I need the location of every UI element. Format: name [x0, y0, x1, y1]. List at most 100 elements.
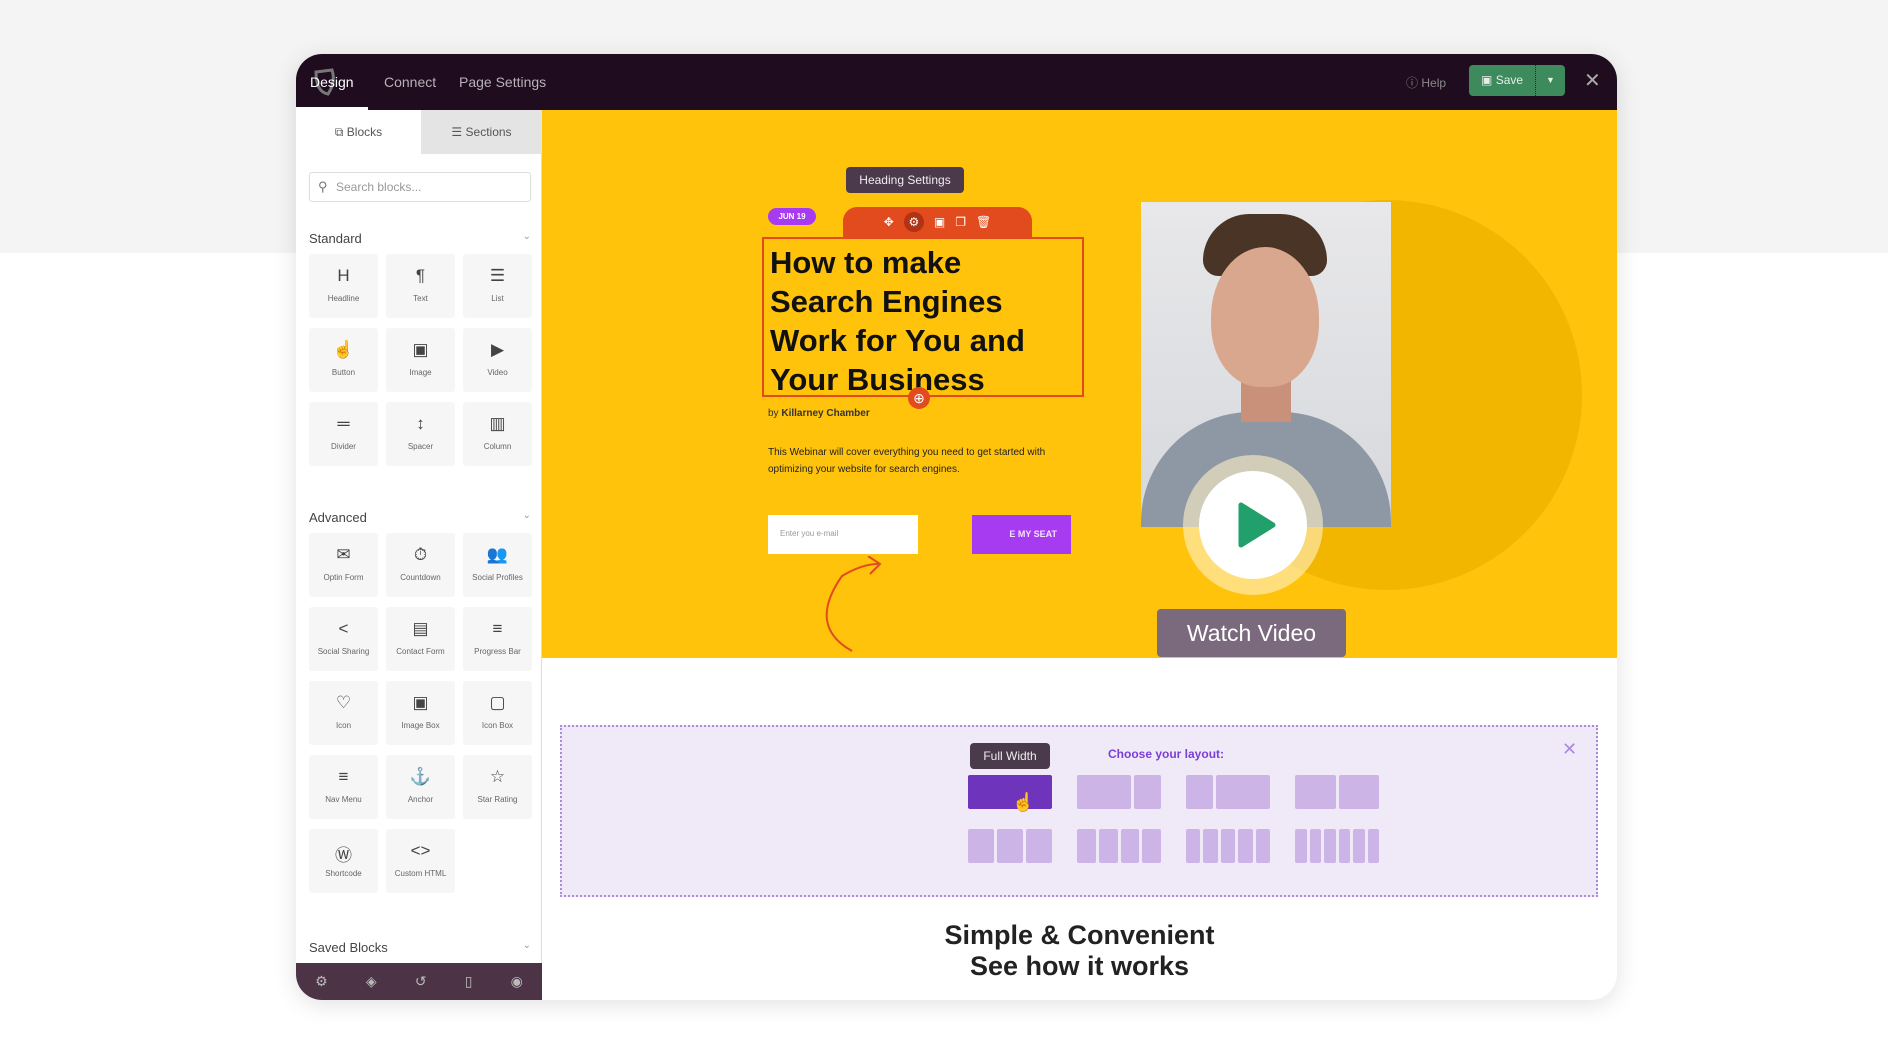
- layout-option[interactable]: [1186, 775, 1270, 809]
- play-icon: [1238, 502, 1276, 548]
- add-block-icon[interactable]: ⊕: [908, 387, 930, 409]
- layout-option[interactable]: [1186, 829, 1271, 863]
- move-icon[interactable]: ✥: [884, 215, 894, 229]
- block-divider[interactable]: ═ Divider: [309, 402, 378, 466]
- sidebar: ⧉ Blocks ☰ Sections ⚲ Search blocks... St…: [296, 110, 542, 1000]
- tab-page-settings[interactable]: Page Settings: [459, 54, 546, 110]
- layout-option[interactable]: [1295, 829, 1379, 863]
- section-title: Standard: [309, 231, 362, 246]
- section-saved-blocks[interactable]: Saved Blocks ⌄: [309, 940, 531, 955]
- section-heading-line: Simple & Convenient: [944, 920, 1215, 950]
- section-title: Saved Blocks: [309, 940, 388, 955]
- block-label: Custom HTML: [394, 869, 447, 878]
- section-heading: Simple & Convenient See how it works: [542, 920, 1617, 982]
- block-social-sharing[interactable]: < Social Sharing: [309, 607, 378, 671]
- play-button[interactable]: [1199, 471, 1307, 579]
- help-label: Help: [1421, 76, 1447, 90]
- hand-cursor-icon: ☝: [1012, 792, 1035, 812]
- layout-option[interactable]: [1077, 775, 1161, 809]
- layout-column: [1338, 829, 1350, 863]
- mobile-icon[interactable]: ▯: [465, 973, 473, 990]
- block-label: Headline: [327, 294, 360, 303]
- tab-sections[interactable]: ☰ Sections: [421, 110, 542, 154]
- tab-connect[interactable]: Connect: [384, 54, 436, 110]
- eye-icon[interactable]: ◉: [511, 973, 523, 990]
- watch-video-button[interactable]: Watch Video: [1157, 609, 1346, 657]
- heading-line: Work for You and: [770, 323, 1025, 358]
- block-optin-form[interactable]: ✉ Optin Form: [309, 533, 378, 597]
- tab-design[interactable]: Design: [296, 54, 368, 110]
- layout-column: [1077, 775, 1131, 809]
- save-button[interactable]: ▣ Save ▼: [1469, 65, 1565, 96]
- full-width-tooltip: Full Width: [970, 743, 1050, 769]
- block-icon: ☝: [332, 340, 355, 359]
- block-label: Image: [409, 368, 432, 377]
- block-icon[interactable]: ♡ Icon: [309, 681, 378, 745]
- block-custom-html[interactable]: <> Custom HTML: [386, 829, 455, 893]
- save-label: Save: [1495, 73, 1524, 87]
- block-icon: ≡: [492, 619, 503, 638]
- layout-option[interactable]: [968, 775, 1052, 809]
- date-badge: JUN 19: [768, 208, 816, 225]
- email-input[interactable]: Enter you e-mail: [768, 515, 918, 554]
- block-star-rating[interactable]: ☆ Star Rating: [463, 755, 532, 819]
- save-dropdown-icon[interactable]: ▼: [1535, 65, 1565, 96]
- close-icon[interactable]: ✕: [1584, 68, 1601, 93]
- block-icon: ☰: [489, 266, 506, 285]
- help-button[interactable]: ⓘ Help: [1406, 74, 1446, 91]
- layout-option[interactable]: [1295, 775, 1379, 809]
- block-image-box[interactable]: ▣ Image Box: [386, 681, 455, 745]
- close-icon[interactable]: ✕: [1562, 739, 1577, 760]
- layout-option[interactable]: [968, 829, 1052, 863]
- section-advanced[interactable]: Advanced ⌄: [309, 510, 531, 525]
- canvas-hero: Heading Settings JUN 19 ✥ ⚙ ▣ ❐ 🗑 How to…: [542, 110, 1617, 658]
- block-label: Icon Box: [481, 721, 514, 730]
- block-icon: ▣: [412, 693, 429, 712]
- duplicate-icon[interactable]: ❐: [955, 215, 966, 229]
- section-heading-line: See how it works: [969, 951, 1190, 981]
- heading-block[interactable]: How to make Search Engines Work for You …: [762, 237, 1084, 397]
- block-anchor[interactable]: ⚓ Anchor: [386, 755, 455, 819]
- block-contact-form[interactable]: ▤ Contact Form: [386, 607, 455, 671]
- section-standard[interactable]: Standard ⌄: [309, 231, 531, 246]
- photo-face: [1211, 247, 1319, 387]
- layout-column: [1295, 775, 1336, 809]
- history-icon[interactable]: ↺: [415, 973, 427, 990]
- layout-column: [1186, 829, 1201, 863]
- layout-column: [1220, 829, 1236, 863]
- block-column[interactable]: ▥ Column: [463, 402, 532, 466]
- block-social-profiles[interactable]: 👥 Social Profiles: [463, 533, 532, 597]
- block-button[interactable]: ☝ Button: [309, 328, 378, 392]
- block-icon: 👥: [486, 545, 509, 564]
- author-name: Killarney Chamber: [781, 408, 870, 419]
- save-block-icon[interactable]: ▣: [934, 215, 945, 229]
- layout-column: [1142, 829, 1161, 863]
- block-countdown[interactable]: ⏱ Countdown: [386, 533, 455, 597]
- block-video[interactable]: ▶ Video: [463, 328, 532, 392]
- layout-column: [1353, 829, 1365, 863]
- settings-icon[interactable]: ⚙: [903, 212, 924, 232]
- layout-column: [1186, 775, 1213, 809]
- layers-icon[interactable]: ◈: [366, 973, 377, 990]
- delete-icon[interactable]: 🗑: [976, 215, 991, 229]
- block-label: Social Profiles: [472, 573, 523, 582]
- layout-column: [1309, 829, 1321, 863]
- block-shortcode[interactable]: Ⓦ Shortcode: [309, 829, 378, 893]
- block-image[interactable]: ▣ Image: [386, 328, 455, 392]
- tab-blocks[interactable]: ⧉ Blocks: [296, 110, 421, 154]
- block-label: Contact Form: [396, 647, 445, 656]
- block-headline[interactable]: H Headline: [309, 254, 378, 318]
- search-input[interactable]: ⚲ Search blocks...: [309, 172, 531, 202]
- layout-column: [1238, 829, 1253, 863]
- block-list[interactable]: ☰ List: [463, 254, 532, 318]
- reserve-seat-button[interactable]: E MY SEAT: [972, 515, 1071, 554]
- block-text[interactable]: ¶ Text: [386, 254, 455, 318]
- block-nav-menu[interactable]: ≡ Nav Menu: [309, 755, 378, 819]
- block-spacer[interactable]: ↕ Spacer: [386, 402, 455, 466]
- sections-icon: ☰: [451, 125, 463, 139]
- block-icon-box[interactable]: ▢ Icon Box: [463, 681, 532, 745]
- block-progress-bar[interactable]: ≡ Progress Bar: [463, 607, 532, 671]
- layout-option[interactable]: [1077, 829, 1161, 863]
- gear-icon[interactable]: ⚙: [315, 973, 328, 990]
- layout-column: [1216, 775, 1270, 809]
